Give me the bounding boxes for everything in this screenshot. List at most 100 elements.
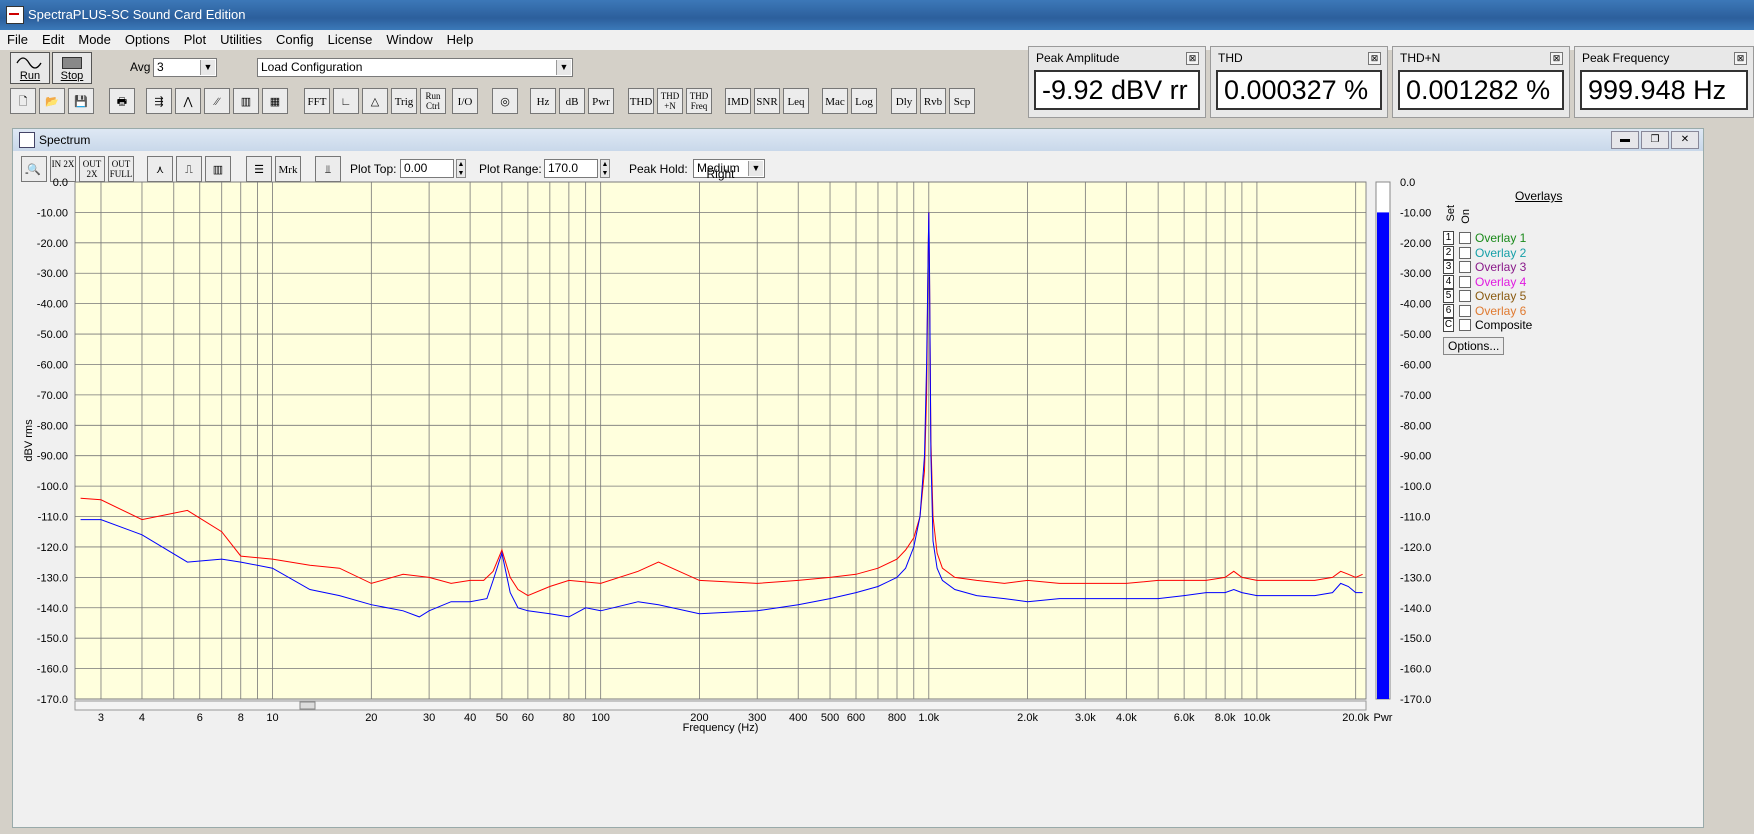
- close-icon[interactable]: ⊠: [1186, 52, 1199, 65]
- menu-mode[interactable]: Mode: [71, 30, 118, 49]
- rvb-button[interactable]: Rvb: [920, 88, 946, 114]
- level-bar-tick-label: -30.00: [1400, 268, 1431, 280]
- spectrum-mode-icon[interactable]: ⋀: [175, 88, 201, 114]
- overlay-checkbox[interactable]: [1459, 261, 1471, 273]
- close-icon[interactable]: ⊠: [1550, 52, 1563, 65]
- overlay-checkbox[interactable]: [1459, 275, 1471, 288]
- fft-button[interactable]: FFT: [304, 88, 330, 114]
- mac-button[interactable]: Mac: [822, 88, 848, 114]
- log-button[interactable]: Log: [851, 88, 877, 114]
- dly-button[interactable]: Dly: [891, 88, 917, 114]
- overlay-set-button[interactable]: 4: [1443, 274, 1454, 289]
- on-label: On: [1460, 209, 1472, 224]
- run-button[interactable]: Run: [10, 52, 50, 84]
- stop-icon: [62, 57, 82, 69]
- axis-icon[interactable]: ∟: [333, 88, 359, 114]
- io-button[interactable]: I/O: [452, 88, 478, 114]
- open-folder-icon[interactable]: 📂: [39, 88, 65, 114]
- close-icon[interactable]: ⊠: [1368, 52, 1381, 65]
- overlay-set-button[interactable]: 6: [1443, 303, 1454, 318]
- level-bar-tick-label: -120.0: [1400, 542, 1431, 554]
- menu-options[interactable]: Options: [118, 30, 177, 49]
- overlay-checkbox[interactable]: [1459, 319, 1471, 331]
- spectrogram-icon[interactable]: ▥: [233, 88, 259, 114]
- chart-title: Right: [706, 167, 735, 181]
- run-ctrl-button[interactable]: Run Ctrl: [420, 88, 446, 114]
- x-tick-label: 30: [423, 712, 435, 724]
- menu-plot[interactable]: Plot: [177, 30, 213, 49]
- overlay-checkbox[interactable]: [1459, 246, 1471, 259]
- fast-forward-icon[interactable]: ⇶: [146, 88, 172, 114]
- thd-n-meter[interactable]: THD+N ⊠ 0.001282 %: [1392, 46, 1570, 118]
- avg-label: Avg: [130, 60, 151, 74]
- y-tick-label: -30.00: [37, 268, 68, 280]
- thd-button[interactable]: THD: [628, 88, 654, 114]
- avg-select[interactable]: 3 ▼: [153, 58, 217, 77]
- level-bar-tick-label: -110.0: [1400, 512, 1430, 524]
- x-tick-label: 4.0k: [1116, 712, 1137, 724]
- x-tick-label: 6.0k: [1174, 712, 1195, 724]
- x-tick-label: 500: [821, 712, 839, 724]
- set-label: Set: [1445, 205, 1457, 222]
- new-file-icon[interactable]: 🗋: [10, 88, 36, 114]
- hz-button[interactable]: Hz: [530, 88, 556, 114]
- app-icon: [6, 6, 24, 24]
- menu-window[interactable]: Window: [379, 30, 439, 49]
- 3d-surface-icon[interactable]: ▦: [262, 88, 288, 114]
- overlay-name: Overlay 2: [1475, 245, 1527, 260]
- stop-button[interactable]: Stop: [52, 52, 92, 84]
- y-tick-label: -110.0: [38, 512, 68, 524]
- peak-frequency-meter[interactable]: Peak Frequency ⊠ 999.948 Hz: [1574, 46, 1754, 118]
- overlay-name: Overlay 1: [1475, 231, 1527, 245]
- y-tick-label: -20.00: [37, 238, 68, 250]
- y-tick-label: -130.0: [37, 572, 68, 584]
- menu-edit[interactable]: Edit: [35, 30, 71, 49]
- level-bar-label: Pwr: [1374, 712, 1393, 724]
- overlay-checkbox[interactable]: [1459, 290, 1471, 302]
- signal-generator-icon[interactable]: ◎: [492, 88, 518, 114]
- overlay-checkbox[interactable]: [1459, 232, 1471, 244]
- level-bar-tick-label: -100.0: [1400, 481, 1431, 493]
- x-tick-label: 4: [139, 712, 145, 724]
- close-icon[interactable]: ⊠: [1734, 52, 1747, 65]
- menu-config[interactable]: Config: [269, 30, 321, 49]
- menu-license[interactable]: License: [321, 30, 380, 49]
- overlay-set-button[interactable]: 1: [1443, 231, 1454, 245]
- menu-help[interactable]: Help: [440, 30, 481, 49]
- measure-icon[interactable]: △: [362, 88, 388, 114]
- overlay-options-button[interactable]: Options...: [1443, 337, 1505, 355]
- scrollbar-thumb: [299, 701, 316, 710]
- overlay-set-button[interactable]: 2: [1443, 245, 1454, 260]
- thd-freq-button[interactable]: THD Freq: [686, 88, 712, 114]
- level-bar-tick-label: -170.0: [1400, 694, 1431, 706]
- overlay-set-button[interactable]: 3: [1443, 260, 1454, 274]
- leq-button[interactable]: Leq: [783, 88, 809, 114]
- peak-amplitude-meter[interactable]: Peak Amplitude ⊠ -9.92 dBV rr: [1028, 46, 1206, 118]
- trig-button[interactable]: Trig: [391, 88, 417, 114]
- config-select[interactable]: Load Configuration ▼: [257, 58, 573, 77]
- thd-n-button[interactable]: THD +N: [657, 88, 683, 114]
- snr-button[interactable]: SNR: [754, 88, 780, 114]
- imd-button[interactable]: IMD: [725, 88, 751, 114]
- level-bar-tick-label: -10.00: [1400, 207, 1431, 219]
- overlay-set-button[interactable]: 5: [1443, 289, 1454, 303]
- waveform-icon[interactable]: ∕∕: [204, 88, 230, 114]
- chevron-down-icon: ▼: [556, 60, 571, 75]
- y-tick-label: -40.00: [37, 299, 68, 311]
- save-icon[interactable]: 💾: [68, 88, 94, 114]
- level-bar-tick-label: -90.00: [1400, 451, 1431, 463]
- level-bar-tick-label: -130.0: [1400, 572, 1431, 584]
- menu-file[interactable]: File: [0, 30, 35, 49]
- pwr-button[interactable]: Pwr: [588, 88, 614, 114]
- meter-value: 0.000327 %: [1216, 70, 1382, 110]
- overlay-set-button[interactable]: C: [1443, 318, 1454, 332]
- thd-meter[interactable]: THD ⊠ 0.000327 %: [1210, 46, 1388, 118]
- avg-value: 3: [157, 60, 164, 74]
- print-icon[interactable]: 🖶: [109, 88, 135, 114]
- menu-utilities[interactable]: Utilities: [213, 30, 269, 49]
- overlay-checkbox[interactable]: [1459, 304, 1471, 317]
- chevron-down-icon: ▼: [200, 60, 215, 75]
- scp-button[interactable]: Scp: [949, 88, 975, 114]
- x-tick-label: 20: [365, 712, 377, 724]
- db-button[interactable]: dB: [559, 88, 585, 114]
